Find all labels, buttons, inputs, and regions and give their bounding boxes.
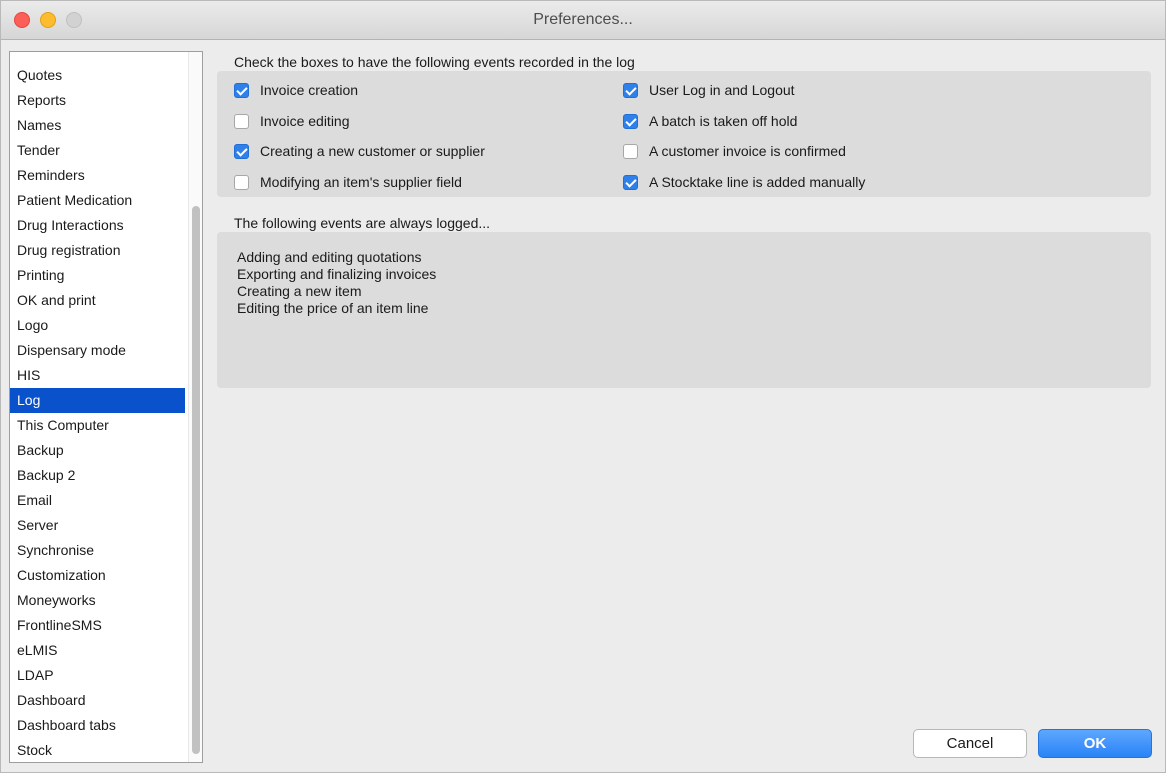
checkbox-label: Modifying an item's supplier field bbox=[260, 174, 462, 190]
sidebar-item-dashboard-tabs[interactable]: Dashboard tabs bbox=[10, 713, 185, 738]
sidebar-item-printing[interactable]: Printing bbox=[10, 263, 185, 288]
checkbox-row-customer-invoice-confirmed[interactable]: A customer invoice is confirmed bbox=[623, 141, 846, 161]
checkbox-customer-invoice-confirmed[interactable] bbox=[623, 143, 638, 159]
sidebar-item-stock[interactable]: Stock bbox=[10, 738, 185, 762]
sidebar-item-email[interactable]: Email bbox=[10, 488, 185, 513]
checkbox-label: Creating a new customer or supplier bbox=[260, 143, 485, 159]
sidebar-item-backup-2[interactable]: Backup 2 bbox=[10, 463, 185, 488]
sidebar-item-backup[interactable]: Backup bbox=[10, 438, 185, 463]
log-options-heading: Check the boxes to have the following ev… bbox=[234, 54, 635, 70]
sidebar-item-customization[interactable]: Customization bbox=[10, 563, 185, 588]
checkbox-invoice-editing[interactable] bbox=[234, 113, 249, 129]
always-logged-item: Exporting and finalizing invoices bbox=[237, 266, 437, 282]
checkbox-invoice-creation[interactable] bbox=[234, 82, 249, 98]
always-logged-item: Adding and editing quotations bbox=[237, 249, 422, 265]
sidebar-item-elmis[interactable]: eLMIS bbox=[10, 638, 185, 663]
sidebar-item-ldap[interactable]: LDAP bbox=[10, 663, 185, 688]
sidebar-item-logo[interactable]: Logo bbox=[10, 313, 185, 338]
checkbox-row-new-customer-supplier[interactable]: Creating a new customer or supplier bbox=[234, 141, 485, 161]
title-bar[interactable]: Preferences... bbox=[1, 1, 1165, 40]
checkbox-row-stocktake-line-added[interactable]: A Stocktake line is added manually bbox=[623, 172, 865, 192]
sidebar-item-names[interactable]: Names bbox=[10, 113, 185, 138]
checkbox-label: A batch is taken off hold bbox=[649, 113, 798, 129]
sidebar-item-frontlinesms[interactable]: FrontlineSMS bbox=[10, 613, 185, 638]
sidebar-item-moneyworks[interactable]: Moneyworks bbox=[10, 588, 185, 613]
checkbox-label: A customer invoice is confirmed bbox=[649, 143, 846, 159]
sidebar-item-patient-medication[interactable]: Patient Medication bbox=[10, 188, 185, 213]
sidebar-item-reminders[interactable]: Reminders bbox=[10, 163, 185, 188]
sidebar-item-synchronise[interactable]: Synchronise bbox=[10, 538, 185, 563]
ok-button[interactable]: OK bbox=[1038, 729, 1152, 758]
sidebar-item-reports[interactable]: Reports bbox=[10, 88, 185, 113]
always-logged-item: Editing the price of an item line bbox=[237, 300, 429, 316]
checkbox-label: User Log in and Logout bbox=[649, 82, 795, 98]
checkbox-row-invoice-editing[interactable]: Invoice editing bbox=[234, 111, 350, 131]
sidebar-item-quotes[interactable]: Quotes bbox=[10, 63, 185, 88]
sidebar-item-drug-registration[interactable]: Drug registration bbox=[10, 238, 185, 263]
checkbox-label: A Stocktake line is added manually bbox=[649, 174, 866, 190]
sidebar-scrollbar[interactable] bbox=[188, 52, 202, 762]
sidebar-item-server[interactable]: Server bbox=[10, 513, 185, 538]
cancel-button[interactable]: Cancel bbox=[913, 729, 1027, 758]
sidebar-item-dashboard[interactable]: Dashboard bbox=[10, 688, 185, 713]
checkbox-new-customer-supplier[interactable] bbox=[234, 143, 249, 159]
checkbox-row-batch-off-hold[interactable]: A batch is taken off hold bbox=[623, 111, 797, 131]
sidebar-item-this-computer[interactable]: This Computer bbox=[10, 413, 185, 438]
preferences-window: Preferences... Quotes Reports Names Tend… bbox=[0, 0, 1166, 773]
sidebar-item-tender[interactable]: Tender bbox=[10, 138, 185, 163]
always-logged-item: Creating a new item bbox=[237, 283, 362, 299]
checkbox-item-supplier-field[interactable] bbox=[234, 174, 249, 190]
preferences-sidebar: Quotes Reports Names Tender Reminders Pa… bbox=[9, 51, 203, 763]
sidebar-item-dispensary-mode[interactable]: Dispensary mode bbox=[10, 338, 185, 363]
checkbox-row-invoice-creation[interactable]: Invoice creation bbox=[234, 80, 358, 100]
checkbox-row-item-supplier-field[interactable]: Modifying an item's supplier field bbox=[234, 172, 462, 192]
sidebar-item-ok-and-print[interactable]: OK and print bbox=[10, 288, 185, 313]
checkbox-row-user-log-in-out[interactable]: User Log in and Logout bbox=[623, 80, 795, 100]
checkbox-user-log-in-out[interactable] bbox=[623, 82, 638, 98]
sidebar-list: Quotes Reports Names Tender Reminders Pa… bbox=[10, 63, 185, 762]
sidebar-item-drug-interactions[interactable]: Drug Interactions bbox=[10, 213, 185, 238]
checkbox-label: Invoice editing bbox=[260, 113, 350, 129]
always-logged-heading: The following events are always logged..… bbox=[234, 215, 491, 231]
checkbox-batch-off-hold[interactable] bbox=[623, 113, 638, 129]
checkbox-label: Invoice creation bbox=[260, 82, 359, 98]
window-title: Preferences... bbox=[533, 11, 633, 28]
sidebar-item-his[interactable]: HIS bbox=[10, 363, 185, 388]
sidebar-scroll-thumb[interactable] bbox=[192, 206, 200, 754]
sidebar-item-log[interactable]: Log bbox=[10, 388, 185, 413]
checkbox-stocktake-line-added[interactable] bbox=[623, 174, 638, 190]
